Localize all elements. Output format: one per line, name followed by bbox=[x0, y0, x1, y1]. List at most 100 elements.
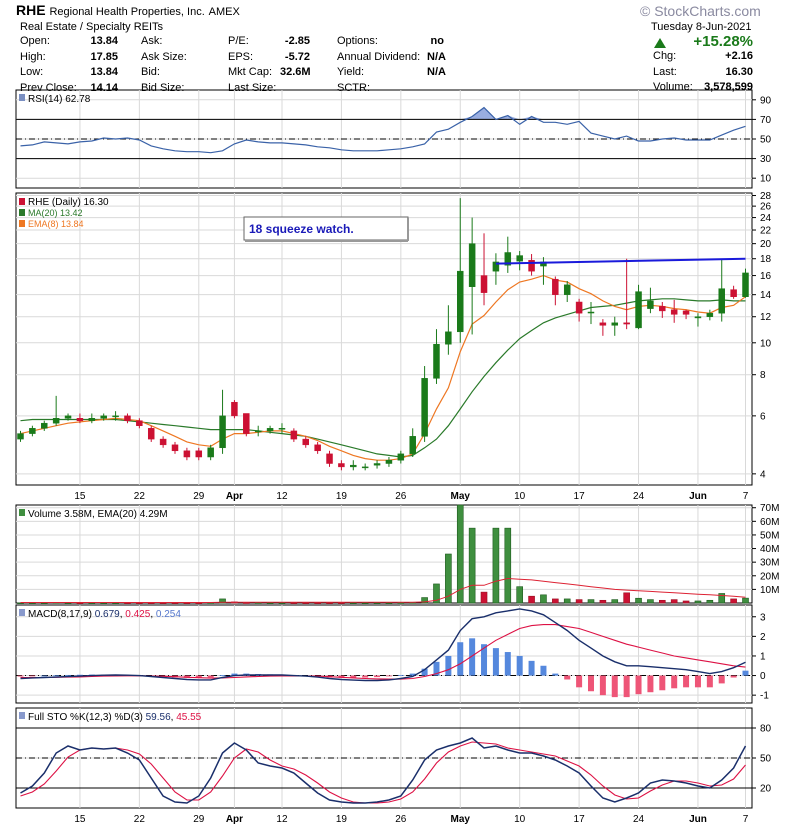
macd-hist-bar bbox=[647, 675, 654, 693]
date-axis-label: 29 bbox=[193, 491, 205, 502]
volume-legend-part: 4.29M bbox=[137, 509, 168, 520]
quote-date: Tuesday 8-Jun-2021 bbox=[651, 21, 752, 33]
candle-up bbox=[563, 284, 571, 295]
candle-down bbox=[326, 453, 333, 464]
quote-value: -5.72 bbox=[284, 50, 310, 63]
quote-value: N/A bbox=[427, 66, 446, 78]
price-legend-rhe: RHE (Daily) 16.30 bbox=[28, 197, 109, 208]
candle-up bbox=[421, 378, 428, 437]
quote-label: High: bbox=[20, 50, 46, 63]
sto-legend-text: 59.56 bbox=[146, 712, 171, 723]
date-axis-label: Jun bbox=[689, 814, 707, 825]
volume-bar bbox=[314, 602, 321, 604]
volume-bar bbox=[290, 602, 298, 604]
axis-tick-label-price: 22 bbox=[760, 226, 772, 237]
candle-up bbox=[457, 270, 464, 333]
price-legend-swatch bbox=[19, 209, 25, 216]
volume-bar bbox=[504, 527, 512, 604]
quote-value: 3,578,599 bbox=[704, 81, 753, 93]
macd-hist-bar bbox=[635, 675, 642, 695]
volume-bar bbox=[361, 602, 369, 604]
axis-tick-label-vol: 40M bbox=[760, 544, 779, 555]
chart-canvas: 1030507090RSI(14) 62.7846810121416182022… bbox=[15, 89, 779, 825]
volume-bar bbox=[647, 599, 654, 604]
axis-tick-label-price: 16 bbox=[760, 271, 772, 282]
quote-label: EPS: bbox=[228, 50, 254, 63]
candle-down bbox=[338, 463, 345, 468]
volume-bar bbox=[278, 602, 286, 604]
rsi-line bbox=[20, 106, 746, 154]
axis-tick-label-sto: 50 bbox=[760, 754, 772, 765]
candle-down bbox=[682, 310, 690, 315]
header-title: RHE Regional Health Properties, Inc. AME… bbox=[16, 3, 240, 19]
volume-bar bbox=[373, 602, 381, 604]
candle-up bbox=[350, 464, 357, 468]
macd-hist-bar bbox=[53, 675, 60, 677]
sto-legend-swatch bbox=[19, 712, 25, 719]
macd-signal-line bbox=[20, 624, 746, 680]
macd-hist-bar bbox=[552, 673, 559, 676]
date-axis-label: 24 bbox=[633, 491, 645, 502]
candle-down bbox=[76, 418, 84, 421]
date-axis-label: 19 bbox=[336, 814, 348, 825]
axis-tick-label-vol: 50M bbox=[760, 530, 779, 541]
candle-up bbox=[587, 311, 595, 314]
macd-hist-bar bbox=[611, 675, 618, 698]
candle-up bbox=[254, 430, 262, 433]
candle-down bbox=[136, 420, 143, 426]
volume-legend: Volume 3.58M, EMA(20) 4.29M bbox=[28, 509, 168, 520]
quote-value: +2.16 bbox=[725, 50, 753, 62]
macd-legend-text: MACD(8,17,9) bbox=[28, 609, 92, 620]
macd-hist-bar bbox=[29, 675, 36, 677]
candle-down bbox=[171, 444, 179, 452]
candle-up bbox=[207, 447, 214, 458]
axis-tick-label-price: 20 bbox=[760, 239, 772, 250]
macd-hist-bar bbox=[492, 648, 499, 676]
quote-label: Ask: bbox=[141, 35, 163, 47]
quote-label: Chg: bbox=[653, 50, 677, 62]
candle-down bbox=[302, 438, 309, 446]
macd-hist-bar bbox=[659, 675, 666, 691]
volume-bar bbox=[611, 599, 619, 604]
candle-up bbox=[17, 433, 24, 440]
candle-up bbox=[385, 459, 393, 464]
macd-hist-bar bbox=[742, 670, 749, 676]
volume-bar bbox=[706, 599, 714, 604]
rsi-legend-value: 62.78 bbox=[62, 94, 90, 105]
sto-legend-text: Full STO %K(12,3) %D(3) bbox=[28, 712, 143, 723]
axis-tick-label-price: 18 bbox=[760, 254, 772, 265]
axis-tick-label-price: 6 bbox=[760, 411, 766, 422]
axis-tick-label-price: 24 bbox=[760, 213, 772, 224]
date-axis-label: 15 bbox=[74, 491, 86, 502]
date-axis-label: 26 bbox=[395, 814, 407, 825]
axis-tick-label-sto: 80 bbox=[760, 724, 772, 735]
candle-up bbox=[278, 428, 286, 430]
volume-bar bbox=[243, 602, 250, 604]
macd-hist-bar bbox=[540, 665, 547, 676]
rsi-legend: RSI(14) 62.78 bbox=[28, 94, 91, 105]
axis-tick-label-rsi: 30 bbox=[760, 154, 772, 165]
watermark: © StockCharts.com bbox=[640, 3, 761, 19]
volume-bar bbox=[635, 597, 642, 604]
date-axis-label: 15 bbox=[74, 814, 86, 825]
macd-hist-bar bbox=[730, 675, 737, 678]
quote-label: Options: bbox=[337, 35, 378, 47]
up-arrow-icon bbox=[654, 38, 666, 48]
date-axis-label: 29 bbox=[193, 814, 205, 825]
volume-bar bbox=[302, 602, 310, 604]
axis-tick-label-price: 10 bbox=[760, 338, 772, 349]
legend-value: 13.84 bbox=[59, 219, 84, 229]
candle-up bbox=[468, 243, 476, 287]
axis-tick-label-macd: 3 bbox=[760, 612, 766, 623]
quote-label: Last Size: bbox=[228, 81, 277, 94]
legend-value: 13.42 bbox=[58, 208, 83, 218]
candle-up bbox=[647, 300, 654, 309]
date-axis-label: 24 bbox=[633, 814, 645, 825]
candle-up bbox=[516, 255, 523, 262]
stock-chart: 10 30 50 70 90 RSI(14) 62.78 4 6 8 10 12 14 16 18 20 22… bbox=[0, 0, 800, 830]
legend-name: EMA(8) bbox=[28, 219, 59, 229]
rsi-legend-name: RSI(14) bbox=[28, 94, 62, 105]
volume-bar bbox=[349, 602, 357, 604]
candle-up bbox=[397, 453, 405, 461]
quote-label: Ask Size: bbox=[141, 50, 187, 63]
